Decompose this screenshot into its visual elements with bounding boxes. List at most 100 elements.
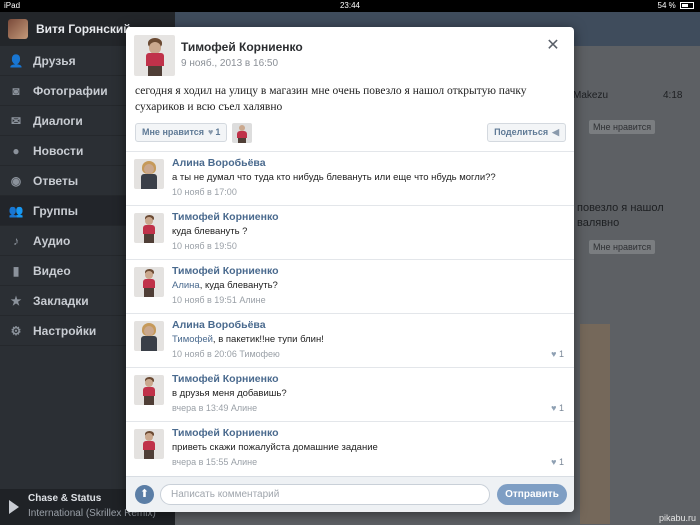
comment-body: куда блевануть ? (172, 226, 248, 237)
group-icon: 👥 (8, 203, 24, 218)
post-text: сегодня я ходил на улицу в магазин мне о… (135, 85, 527, 113)
sidebar-item-label: Фотографии (33, 83, 108, 98)
comment-avatar[interactable] (134, 321, 164, 351)
camera-icon: ◙ (12, 83, 20, 98)
comment-list: Алина Воробьёва а ты не думал что туда кт… (126, 151, 574, 476)
close-icon[interactable]: ✕ (546, 38, 560, 54)
heart-icon: ♥ (551, 457, 559, 467)
send-button[interactable]: Отправить (497, 484, 567, 505)
heart-icon: ♥ (551, 403, 559, 413)
sidebar-item-label: Друзья (33, 53, 76, 68)
heart-icon: ♥ (208, 127, 214, 137)
heart-icon: ♥ (551, 349, 559, 359)
user-name: Витя Горянский (36, 22, 131, 36)
comment-author[interactable]: Алина Воробьёва (172, 157, 266, 169)
bg-snippet-2: повезло я нашол (577, 202, 664, 214)
comment-text: Тимофей, в пакетик!!не тупи блин! (172, 334, 324, 345)
comment-avatar[interactable] (134, 213, 164, 243)
comment-text: Алина, куда блевануть? (172, 280, 278, 291)
comment-body: а ты не думал что туда кто нибудь блеван… (172, 172, 496, 183)
post-modal: Тимофей Корниенко 9 нояб., 2013 в 16:50 … (126, 27, 574, 512)
battery-label: 54 % (657, 1, 676, 10)
comment-text: в друзья меня добавишь? (172, 388, 287, 399)
comment-composer: ⬆ Отправить (126, 476, 574, 512)
comment-input[interactable] (160, 484, 490, 505)
bg-snippet: Makezu (573, 90, 609, 101)
post-author-avatar[interactable] (134, 35, 175, 76)
bg-like-button-2: Мне нравится (589, 240, 656, 254)
gear-icon: ⚙ (10, 323, 22, 338)
comment-meta[interactable]: 10 нояб в 20:06 Тимофею (172, 349, 280, 359)
post-actions: Мне нравится ♥ 1 Поделиться ◀ (126, 120, 574, 148)
comment-like-count: 1 (558, 457, 564, 467)
comment: Тимофей Корниенко в друзья меня добавишь?… (126, 367, 574, 421)
battery-icon (680, 2, 694, 10)
chat-icon: ✉ (10, 113, 22, 128)
star-icon: ★ (10, 293, 22, 308)
comment-meta[interactable]: вчера в 13:49 Алине (172, 403, 257, 413)
comment-text: а ты не думал что туда кто нибудь блеван… (172, 172, 496, 183)
comment-author[interactable]: Тимофей Корниенко (172, 427, 279, 439)
megaphone-icon: ◀ (552, 127, 559, 137)
post-header: Тимофей Корниенко 9 нояб., 2013 в 16:50 … (126, 27, 574, 77)
comment-meta[interactable]: 10 нояб в 17:00 (172, 187, 237, 197)
attach-icon[interactable]: ⬆ (135, 485, 154, 504)
like-button[interactable]: Мне нравится ♥ 1 (135, 123, 228, 142)
like-label: Мне нравится (142, 127, 204, 137)
sidebar-item-label: Диалоги (33, 113, 83, 128)
play-icon[interactable] (9, 500, 19, 514)
sidebar-item-label: Настройки (33, 323, 97, 338)
comment-author[interactable]: Тимофей Корниенко (172, 265, 279, 277)
sidebar-item-label: Аудио (33, 233, 71, 248)
sidebar-item-label: Группы (33, 203, 78, 218)
comment-meta[interactable]: 10 нояб в 19:51 Алине (172, 295, 266, 305)
comment-like-button[interactable]: ♥ 1 (551, 457, 564, 467)
comment-meta[interactable]: вчера в 15:55 Алине (172, 457, 257, 467)
post-date[interactable]: 9 нояб., 2013 в 16:50 (181, 58, 278, 69)
video-icon: ▮ (12, 263, 20, 278)
comment-avatar[interactable] (134, 429, 164, 459)
comment: Алина Воробьёва а ты не думал что туда кт… (126, 151, 574, 205)
comment-author[interactable]: Тимофей Корниенко (172, 211, 279, 223)
battery-status: 54 % (658, 0, 694, 12)
avatar (8, 19, 28, 39)
liker-avatar[interactable] (232, 123, 252, 143)
sidebar-item-label: Новости (33, 143, 84, 158)
comment-like-button[interactable]: ♥ 1 (551, 349, 564, 359)
comment-avatar[interactable] (134, 375, 164, 405)
clock: 23:44 (339, 1, 361, 10)
comment-like-count: 1 (558, 403, 564, 413)
comment-text: куда блевануть ? (172, 226, 247, 237)
bg-snippet-3: валявно (577, 217, 620, 229)
comment: Тимофей Корниенко приветь скажи пожалуйст… (126, 421, 574, 475)
comment-author[interactable]: Тимофей Корниенко (172, 373, 279, 385)
bg-photo (580, 324, 610, 524)
status-bar: iPad 23:44 54 % (0, 0, 700, 12)
music-icon: ♪ (13, 233, 19, 248)
comment-avatar[interactable] (134, 267, 164, 297)
person-icon: 👤 (8, 53, 24, 68)
comment-like-count: 1 (558, 349, 564, 359)
like-count: 1 (215, 127, 221, 137)
comment-like-button[interactable]: ♥ 1 (551, 403, 564, 413)
comment-meta[interactable]: 10 нояб в 19:50 (172, 241, 237, 251)
post-author-name[interactable]: Тимофей Корниенко (181, 40, 303, 54)
comment-text: приветь скажи пожалуйста домашние задани… (172, 442, 378, 453)
comment-author[interactable]: Алина Воробьёва (172, 319, 266, 331)
comment-body: , куда блевануть? (199, 280, 278, 291)
reply-icon: ◉ (10, 173, 22, 188)
share-label: Поделиться (494, 127, 549, 137)
bg-like-button: Мне нравится (589, 120, 656, 134)
sidebar-item-label: Видео (33, 263, 71, 278)
news-icon: ● (12, 143, 20, 158)
comment-avatar[interactable] (134, 159, 164, 189)
comment-body: приветь скажи пожалуйста домашние задани… (172, 442, 378, 453)
share-button[interactable]: Поделиться ◀ (487, 123, 566, 142)
comment-body: в друзья меня добавишь? (172, 388, 287, 399)
watermark: pikabu.ru (658, 513, 696, 523)
comment: Тимофей Корниенко куда блевануть ? 10 нояб… (126, 205, 574, 259)
bg-time: 4:18 (663, 90, 683, 101)
reply-mention[interactable]: Алина (172, 280, 200, 291)
comment: Тимофей Корниенко Алина, куда блевануть? 1… (126, 259, 574, 313)
reply-mention[interactable]: Тимофей (172, 334, 213, 345)
